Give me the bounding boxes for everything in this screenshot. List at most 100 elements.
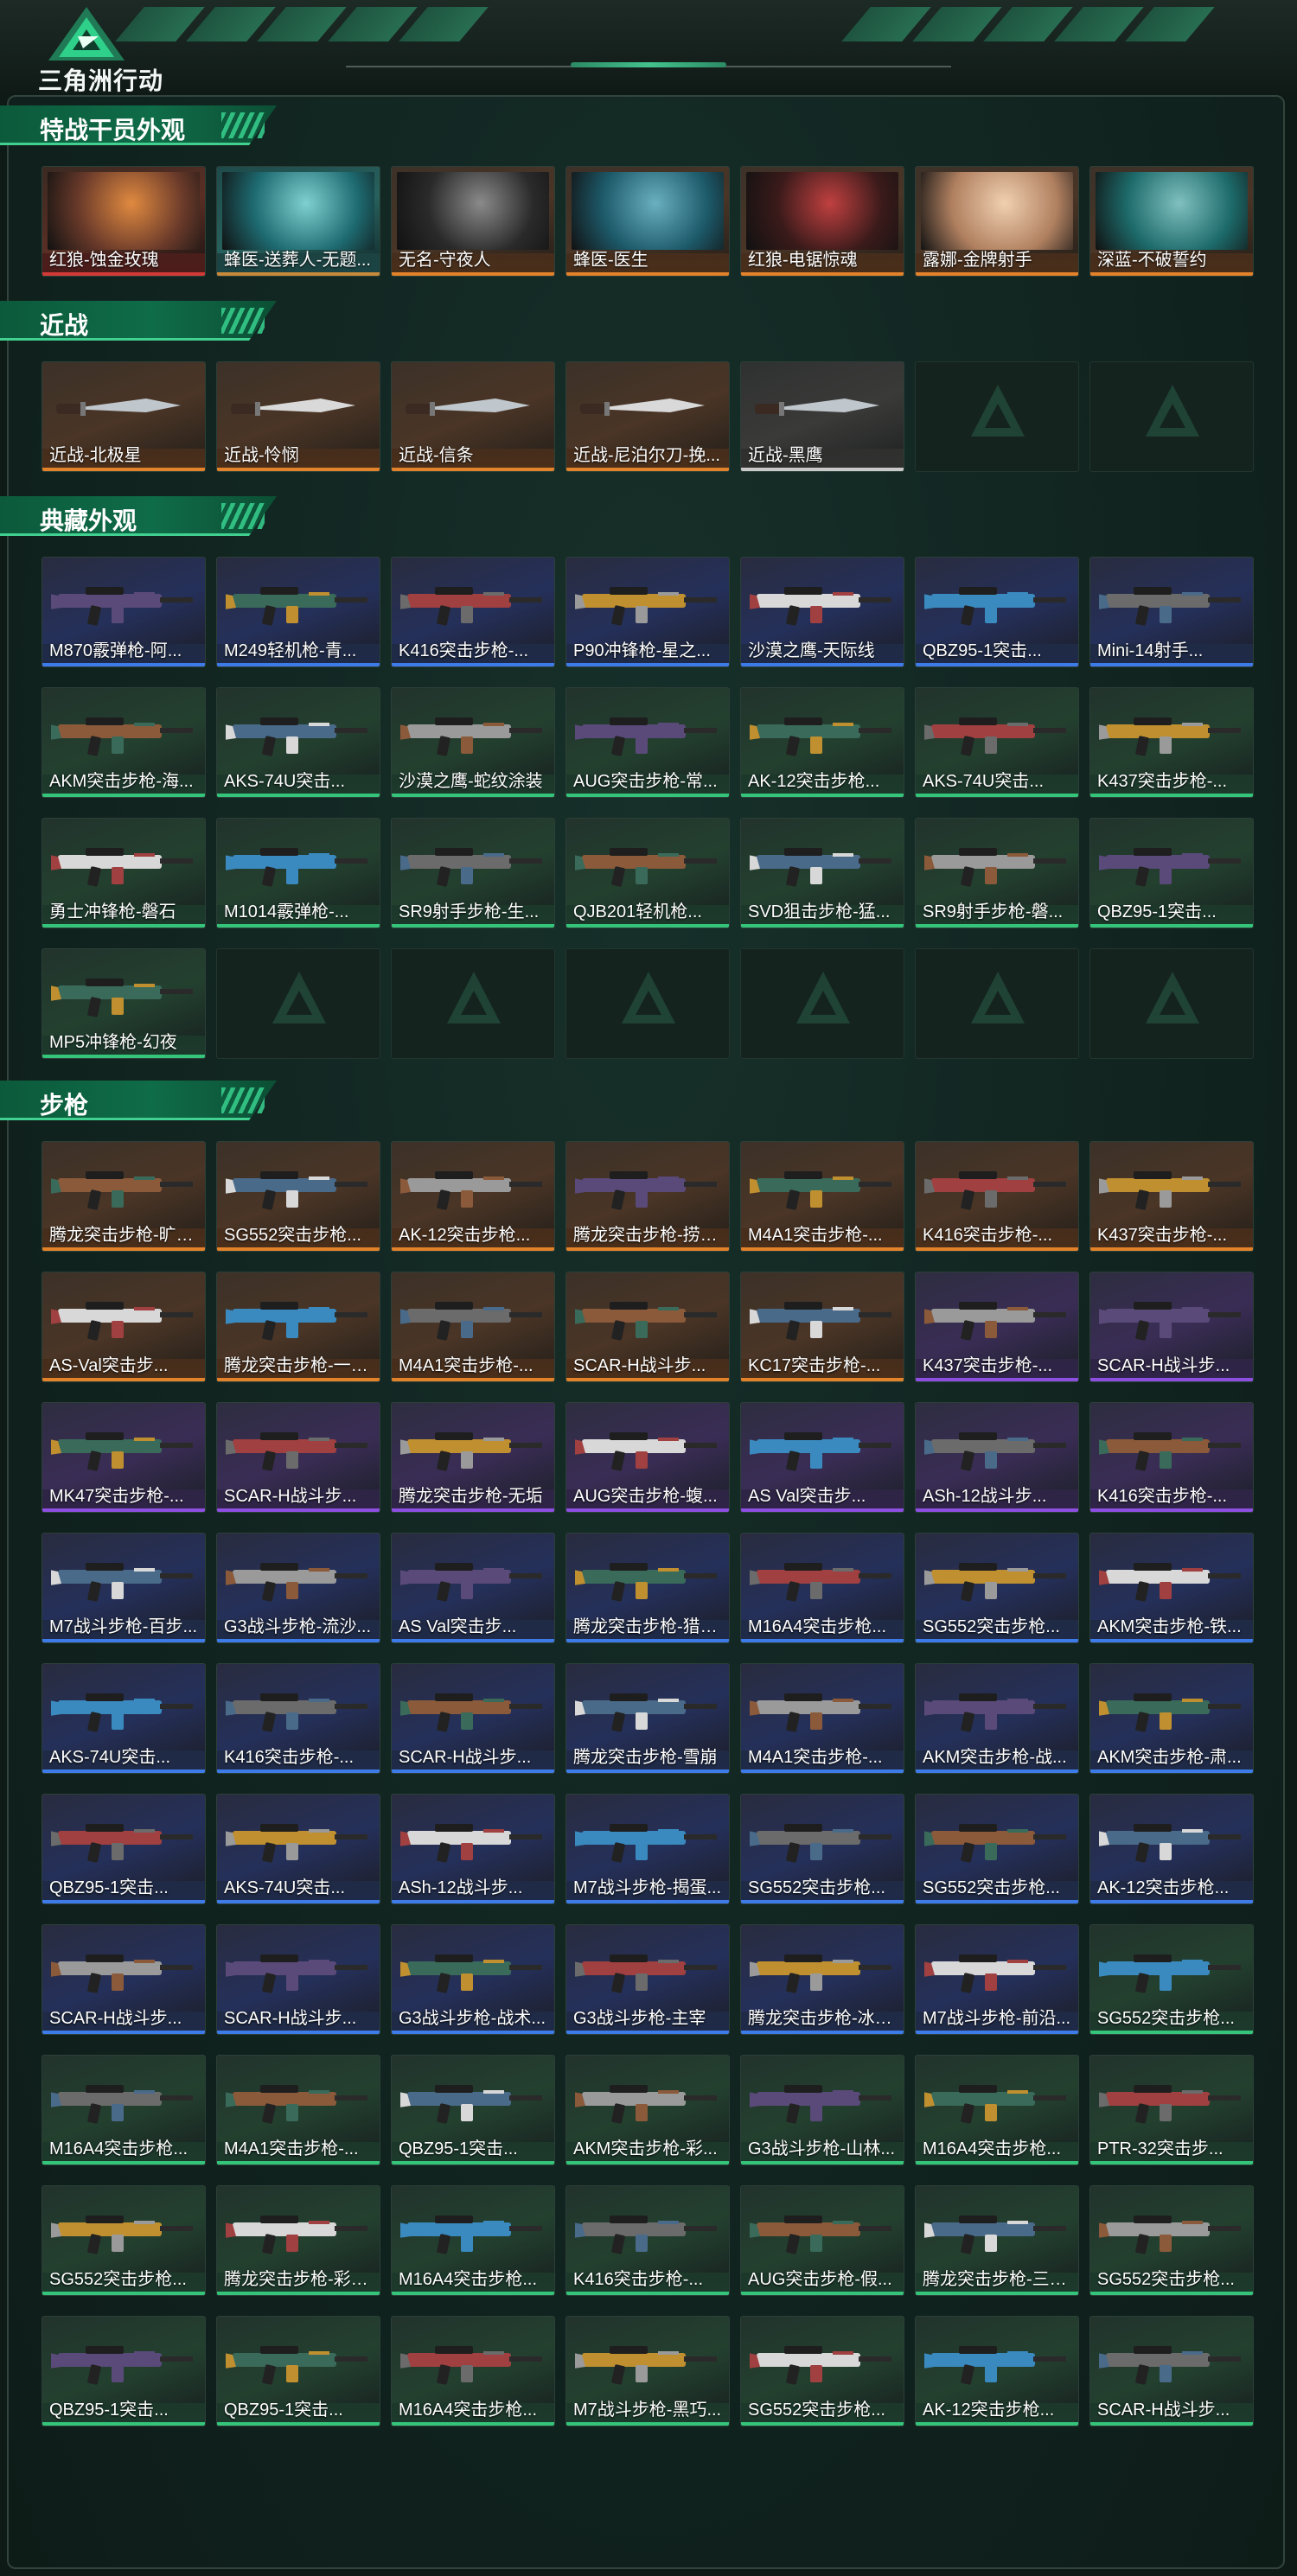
skin-item-card[interactable]: M870霰弹枪-阿... [42, 557, 206, 667]
skin-item-card[interactable]: SG552突击步枪... [42, 2185, 206, 2296]
skin-item-card[interactable]: 近战-信条 [391, 361, 555, 472]
skin-item-card[interactable]: M16A4突击步枪... [391, 2185, 555, 2296]
skin-item-card[interactable]: G3战斗步枪-主宰 [565, 1924, 730, 2035]
skin-item-card[interactable]: KC17突击步枪-... [740, 1272, 904, 1382]
skin-item-card[interactable]: AUG突击步枪-常... [565, 687, 730, 798]
skin-item-card[interactable]: P90冲锋枪-星之... [565, 557, 730, 667]
skin-item-card[interactable]: 沙漠之鹰-天际线 [740, 557, 904, 667]
skin-item-card[interactable]: QBZ95-1突击... [391, 2055, 555, 2165]
skin-item-card[interactable]: SG552突击步枪... [1089, 1924, 1254, 2035]
skin-item-card[interactable]: AKM突击步枪-铁... [1089, 1533, 1254, 1643]
skin-item-card[interactable]: AKS-74U突击... [42, 1663, 206, 1774]
skin-item-card[interactable]: QBZ95-1突击... [216, 2316, 380, 2426]
skin-item-card[interactable]: AUG突击步枪-假... [740, 2185, 904, 2296]
skin-item-card[interactable]: MP5冲锋枪-幻夜 [42, 948, 206, 1059]
skin-item-card[interactable]: M16A4突击步枪... [391, 2316, 555, 2426]
skin-item-card[interactable]: AK-12突击步枪... [1089, 1794, 1254, 1904]
skin-item-card[interactable]: 腾龙突击步枪-旷野... [42, 1141, 206, 1252]
skin-item-card[interactable]: 腾龙突击步枪-猎鳄... [565, 1533, 730, 1643]
skin-item-card[interactable]: SR9射手步枪-生... [391, 818, 555, 928]
skin-item-card[interactable]: QBZ95-1突击... [1089, 818, 1254, 928]
skin-item-card[interactable]: G3战斗步枪-山林... [740, 2055, 904, 2165]
skin-item-card[interactable]: 腾龙突击步枪-一拾... [216, 1272, 380, 1382]
skin-item-card[interactable]: 露娜-金牌射手 [915, 166, 1079, 277]
skin-item-card[interactable]: AK-12突击步枪... [391, 1141, 555, 1252]
skin-item-card[interactable]: 蜂医-医生 [565, 166, 730, 277]
skin-item-card[interactable]: AKM突击步枪-战... [915, 1663, 1079, 1774]
skin-item-card[interactable]: M4A1突击步枪-... [740, 1141, 904, 1252]
skin-item-card[interactable]: QJB201轻机枪... [565, 818, 730, 928]
skin-item-card[interactable]: ASh-12战斗步... [915, 1402, 1079, 1513]
skin-item-card[interactable]: K437突击步枪-... [915, 1272, 1079, 1382]
skin-item-card[interactable]: SG552突击步枪... [915, 1533, 1079, 1643]
skin-item-card[interactable]: SCAR-H战斗步... [1089, 2316, 1254, 2426]
skin-item-card[interactable]: QBZ95-1突击... [915, 557, 1079, 667]
skin-item-card[interactable]: K437突击步枪-... [1089, 687, 1254, 798]
skin-item-card[interactable]: Mini-14射手... [1089, 557, 1254, 667]
skin-item-card[interactable]: 腾龙突击步枪-彩墨... [216, 2185, 380, 2296]
skin-item-card[interactable]: AKS-74U突击... [915, 687, 1079, 798]
skin-item-card[interactable]: M7战斗步枪-百步... [42, 1533, 206, 1643]
skin-item-card[interactable]: 腾龙突击步枪-雪崩 [565, 1663, 730, 1774]
skin-item-card[interactable]: M4A1突击步枪-... [216, 2055, 380, 2165]
skin-item-card[interactable]: 无名-守夜人 [391, 166, 555, 277]
skin-item-card[interactable]: M7战斗步枪-揭蛋... [565, 1794, 730, 1904]
skin-item-card[interactable]: 腾龙突击步枪-无垢 [391, 1402, 555, 1513]
skin-item-card[interactable]: SR9射手步枪-磐... [915, 818, 1079, 928]
skin-item-card[interactable]: 近战-怜悯 [216, 361, 380, 472]
skin-item-card[interactable]: QBZ95-1突击... [42, 1794, 206, 1904]
skin-item-card[interactable]: AKM突击步枪-海... [42, 687, 206, 798]
skin-item-card[interactable]: G3战斗步枪-流沙... [216, 1533, 380, 1643]
skin-item-card[interactable]: SCAR-H战斗步... [42, 1924, 206, 2035]
skin-item-card[interactable]: 腾龙突击步枪-三角... [915, 2185, 1079, 2296]
skin-item-card[interactable]: SG552突击步枪... [216, 1141, 380, 1252]
skin-item-card[interactable]: AKS-74U突击... [216, 687, 380, 798]
skin-item-card[interactable]: AKM突击步枪-肃... [1089, 1663, 1254, 1774]
skin-item-card[interactable]: M7战斗步枪-前沿... [915, 1924, 1079, 2035]
skin-item-card[interactable]: 沙漠之鹰-蛇纹涂装 [391, 687, 555, 798]
skin-item-card[interactable]: MK47突击步枪-... [42, 1402, 206, 1513]
skin-item-card[interactable]: 红狼-电锯惊魂 [740, 166, 904, 277]
skin-item-card[interactable]: AK-12突击步枪... [740, 687, 904, 798]
skin-item-card[interactable]: M1014霰弹枪-... [216, 818, 380, 928]
skin-item-card[interactable]: AKM突击步枪-彩... [565, 2055, 730, 2165]
skin-item-card[interactable]: QBZ95-1突击... [42, 2316, 206, 2426]
skin-item-card[interactable]: 近战-黑鹰 [740, 361, 904, 472]
skin-item-card[interactable]: M16A4突击步枪... [42, 2055, 206, 2165]
skin-item-card[interactable]: SG552突击步枪... [915, 1794, 1079, 1904]
skin-item-card[interactable]: 腾龙突击步枪-捞点... [565, 1141, 730, 1252]
skin-item-card[interactable]: K416突击步枪-... [391, 557, 555, 667]
skin-item-card[interactable]: AUG突击步枪-蝮... [565, 1402, 730, 1513]
skin-item-card[interactable]: K416突击步枪-... [915, 1141, 1079, 1252]
skin-item-card[interactable]: 深蓝-不破誓约 [1089, 166, 1254, 277]
skin-item-card[interactable]: 近战-尼泊尔刀-挽... [565, 361, 730, 472]
skin-item-card[interactable]: 蜂医-送葬人-无题... [216, 166, 380, 277]
skin-item-card[interactable]: AK-12突击步枪... [915, 2316, 1079, 2426]
skin-item-card[interactable]: 近战-北极星 [42, 361, 206, 472]
skin-item-card[interactable]: AS Val突击步... [391, 1533, 555, 1643]
skin-item-card[interactable]: G3战斗步枪-战术... [391, 1924, 555, 2035]
skin-item-card[interactable]: ASh-12战斗步... [391, 1794, 555, 1904]
skin-item-card[interactable]: K437突击步枪-... [1089, 1141, 1254, 1252]
skin-item-card[interactable]: 勇士冲锋枪-磐石 [42, 818, 206, 928]
skin-item-card[interactable]: K416突击步枪-... [565, 2185, 730, 2296]
skin-item-card[interactable]: SG552突击步枪... [740, 1794, 904, 1904]
skin-item-card[interactable]: AKS-74U突击... [216, 1794, 380, 1904]
skin-item-card[interactable]: K416突击步枪-... [216, 1663, 380, 1774]
skin-item-card[interactable]: M4A1突击步枪-... [740, 1663, 904, 1774]
skin-item-card[interactable]: 腾龙突击步枪-冰天... [740, 1924, 904, 2035]
skin-item-card[interactable]: M249轻机枪-青... [216, 557, 380, 667]
skin-item-card[interactable]: M7战斗步枪-黑巧... [565, 2316, 730, 2426]
skin-item-card[interactable]: AS Val突击步... [740, 1402, 904, 1513]
skin-item-card[interactable]: SCAR-H战斗步... [216, 1924, 380, 2035]
skin-item-card[interactable]: AS-Val突击步... [42, 1272, 206, 1382]
skin-item-card[interactable]: SVD狙击步枪-猛... [740, 818, 904, 928]
skin-item-card[interactable]: SCAR-H战斗步... [391, 1663, 555, 1774]
skin-item-card[interactable]: K416突击步枪-... [1089, 1402, 1254, 1513]
skin-item-card[interactable]: SCAR-H战斗步... [1089, 1272, 1254, 1382]
skin-item-card[interactable]: 红狼-蚀金玫瑰 [42, 166, 206, 277]
skin-item-card[interactable]: M16A4突击步枪... [740, 1533, 904, 1643]
skin-item-card[interactable]: SCAR-H战斗步... [565, 1272, 730, 1382]
skin-item-card[interactable]: SG552突击步枪... [1089, 2185, 1254, 2296]
skin-item-card[interactable]: PTR-32突击步... [1089, 2055, 1254, 2165]
